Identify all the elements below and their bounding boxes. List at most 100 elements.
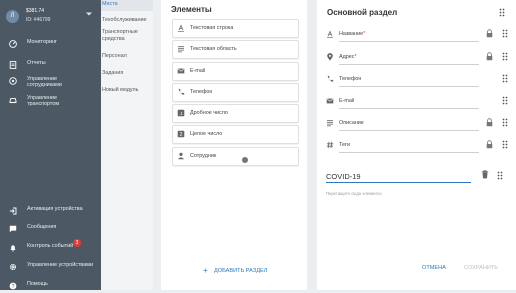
- sidebar-item-label: Управление транспортом: [27, 95, 60, 107]
- subnav-item-label: Техобслуживание: [102, 17, 147, 23]
- field-label-text: E-mail: [339, 98, 355, 104]
- subnav-item-label: Персонал: [102, 53, 127, 59]
- gear-icon: [9, 263, 17, 271]
- subnav-item-vehicles[interactable]: Транспортные средства: [101, 29, 153, 43]
- field-address[interactable]: Адрес*: [325, 50, 515, 68]
- lock-icon: [486, 29, 493, 38]
- field-label-text: Название: [339, 31, 364, 37]
- sidebar-item-messages[interactable]: Сообщения: [0, 222, 101, 236]
- field-tags[interactable]: Теги: [325, 138, 515, 156]
- location-icon: [9, 77, 17, 85]
- sidebar-item-label: Мониторинг: [27, 39, 57, 45]
- module-nav: Места Техобслуживание Транспортные средс…: [101, 0, 153, 290]
- element-text-area[interactable]: Текстовая область: [172, 40, 299, 59]
- lock-icon: [486, 118, 493, 127]
- cancel-button[interactable]: ОТМЕНА: [422, 265, 446, 271]
- field-underline: [339, 41, 479, 42]
- field-label: Адрес*: [339, 54, 357, 60]
- drop-zone-hint: Перетащите сюда элементы: [326, 191, 382, 196]
- element-employee[interactable]: Сотрудник: [172, 147, 299, 166]
- svg-text:?: ?: [12, 284, 15, 290]
- svg-text:2: 2: [180, 132, 183, 138]
- person-icon: [177, 152, 185, 160]
- mail-icon: [177, 68, 185, 74]
- svg-text:.1: .1: [179, 111, 183, 116]
- drag-handle-icon[interactable]: [502, 74, 508, 83]
- sidebar-item-label: Управление сотрудниками: [27, 76, 62, 88]
- sidebar-item-label: Помощь: [27, 281, 48, 287]
- field-label: Телефон: [339, 76, 361, 82]
- element-text-line[interactable]: Текстовая строка: [172, 19, 299, 38]
- field-label-text: Описание: [339, 120, 364, 126]
- subnav-item-tasks[interactable]: Задания: [101, 70, 153, 77]
- subnav-item-label: Места: [102, 1, 118, 7]
- decimal-icon: .1: [177, 109, 185, 117]
- field-label: Название*: [339, 31, 365, 37]
- field-label-text: Адрес: [339, 54, 355, 60]
- account-switcher[interactable]: Л $381.74 ID: #46799: [0, 0, 101, 34]
- subnav-item-label: Новый модуль: [102, 87, 139, 93]
- sidebar-item-label: Управление устройствами: [27, 262, 93, 268]
- field-phone[interactable]: Телефон: [325, 72, 515, 90]
- text-area-icon: [327, 120, 333, 127]
- element-label: Текстовая строка: [190, 25, 234, 31]
- drag-handle-icon[interactable]: [499, 8, 505, 17]
- phone-icon: [327, 75, 334, 82]
- text-line-icon: [327, 30, 333, 38]
- field-email[interactable]: E-mail: [325, 94, 515, 112]
- field-name[interactable]: Название*: [325, 27, 515, 45]
- add-section-label: ДОБАВИТЬ РАЗДЕЛ: [214, 268, 268, 274]
- element-label: Телефон: [190, 89, 213, 95]
- sidebar-item-label: Отчеты: [27, 60, 46, 66]
- events-count-badge: 3: [73, 239, 81, 247]
- location-pin-icon: [327, 53, 333, 61]
- sidebar-item-monitoring[interactable]: Мониторинг: [0, 37, 101, 51]
- element-email[interactable]: E-mail: [172, 62, 299, 81]
- subnav-item-label: Задания: [102, 70, 124, 76]
- main-section-panel: Основной раздел Название* Адрес* Телефон…: [317, 0, 516, 290]
- field-underline: [339, 152, 479, 153]
- field-description[interactable]: Описание: [325, 116, 515, 134]
- drag-handle-icon[interactable]: [502, 140, 508, 149]
- element-label: E-mail: [190, 68, 206, 74]
- mouse-cursor: [242, 157, 248, 163]
- new-section-name-input[interactable]: [326, 170, 471, 183]
- element-label: Дробное число: [190, 110, 228, 116]
- help-icon: ?: [9, 282, 17, 290]
- required-marker: *: [354, 54, 357, 60]
- element-label: Сотрудник: [190, 153, 217, 159]
- drag-handle-icon[interactable]: [502, 118, 508, 127]
- drag-handle-icon[interactable]: [502, 52, 508, 61]
- element-phone[interactable]: Телефон: [172, 83, 299, 102]
- subnav-item-places[interactable]: Места: [101, 0, 153, 11]
- field-underline: [339, 130, 479, 131]
- sidebar-item-activation[interactable]: Активация устройства: [0, 204, 101, 218]
- lock-icon: [486, 52, 493, 61]
- drag-handle-icon[interactable]: [502, 96, 508, 105]
- subnav-item-new-module[interactable]: Новый модуль: [101, 87, 153, 94]
- field-label: Теги: [339, 142, 350, 148]
- save-button[interactable]: СОХРАНИТЬ: [464, 265, 498, 271]
- sidebar-item-events[interactable]: Контроль событий 3: [0, 239, 101, 255]
- account-balance: $381.74: [26, 8, 45, 14]
- drag-handle-icon[interactable]: [497, 171, 503, 180]
- sidebar-item-help[interactable]: ? Помощь: [0, 279, 101, 293]
- element-integer[interactable]: 2 Целое число: [172, 125, 299, 144]
- sidebar-item-transport[interactable]: Управление транспортом: [0, 93, 101, 107]
- elements-panel-title: Элементы: [171, 5, 212, 14]
- integer-icon: 2: [177, 130, 185, 138]
- sidebar-item-reports[interactable]: Отчеты: [0, 58, 101, 72]
- subnav-item-staff[interactable]: Персонал: [101, 53, 153, 60]
- field-label-text: Теги: [339, 142, 350, 148]
- element-label: Целое число: [190, 131, 223, 137]
- sidebar-item-employees[interactable]: Управление сотрудниками: [0, 74, 101, 88]
- elements-panel: Элементы Текстовая строка Текстовая обла…: [161, 0, 307, 290]
- field-label: E-mail: [339, 98, 354, 104]
- caret-down-icon[interactable]: [86, 11, 92, 17]
- drag-handle-icon[interactable]: [502, 29, 508, 38]
- sidebar-item-devices[interactable]: Управление устройствами: [0, 260, 101, 274]
- trash-icon[interactable]: [481, 170, 489, 179]
- element-decimal[interactable]: .1 Дробное число: [172, 104, 299, 123]
- hash-icon: [326, 141, 334, 149]
- subnav-item-maintenance[interactable]: Техобслуживание: [101, 17, 153, 24]
